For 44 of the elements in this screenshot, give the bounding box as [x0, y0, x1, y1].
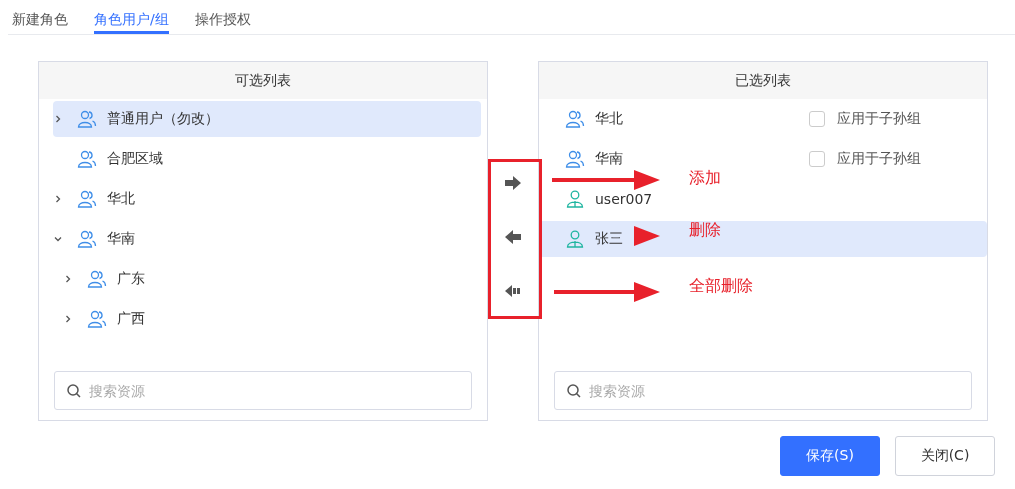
chevron-right-icon[interactable]: [63, 274, 73, 284]
user-icon: [565, 190, 585, 208]
search-field[interactable]: 搜索资源: [554, 371, 972, 410]
chevron-right-icon[interactable]: [53, 114, 63, 124]
group-icon: [565, 110, 585, 128]
group-icon: [77, 110, 97, 128]
panel-title: 已选列表: [539, 62, 987, 99]
search-icon: [566, 383, 582, 399]
checkbox-label: 应用于子孙组: [837, 150, 922, 168]
annotation-arrow: [632, 224, 662, 248]
checkbox[interactable]: [809, 111, 825, 127]
group-icon: [87, 270, 107, 288]
close-button[interactable]: 关闭(C): [895, 436, 995, 476]
search-field[interactable]: 搜索资源: [54, 371, 472, 410]
checkbox[interactable]: [809, 151, 825, 167]
arrow-right-icon: [504, 175, 522, 191]
annotation-text: 删除: [689, 220, 721, 241]
tree-item[interactable]: 广西: [63, 301, 481, 337]
arrow-left-icon: [504, 229, 522, 245]
double-arrow-left-icon: [504, 283, 522, 299]
tree-item[interactable]: 华北: [53, 181, 481, 217]
checkbox-label: 应用于子孙组: [837, 110, 922, 128]
group-icon: [77, 190, 97, 208]
chevron-right-icon[interactable]: [63, 314, 73, 324]
chevron-down-icon[interactable]: [53, 234, 63, 244]
tab[interactable]: 新建角色: [12, 0, 68, 34]
tab[interactable]: 角色用户/组: [94, 0, 169, 34]
annotation-text: 添加: [689, 168, 721, 189]
tree-item[interactable]: 广东: [63, 261, 481, 297]
selected-item[interactable]: 华北 应用于子孙组: [539, 101, 987, 137]
group-icon: [77, 230, 97, 248]
tree-item[interactable]: 华南: [53, 221, 481, 257]
tree-item[interactable]: 普通用户（勿改）: [53, 101, 481, 137]
chevron-right-icon[interactable]: [53, 194, 63, 204]
group-icon: [77, 150, 97, 168]
tree-item[interactable]: 合肥区域: [53, 141, 481, 177]
user-icon: [565, 230, 585, 248]
search-icon: [66, 383, 82, 399]
group-icon: [565, 150, 585, 168]
annotation-text: 全部删除: [689, 276, 753, 297]
panel-title: 可选列表: [39, 62, 487, 99]
group-icon: [87, 310, 107, 328]
tab[interactable]: 操作授权: [194, 0, 251, 34]
save-button[interactable]: 保存(S): [780, 436, 880, 476]
